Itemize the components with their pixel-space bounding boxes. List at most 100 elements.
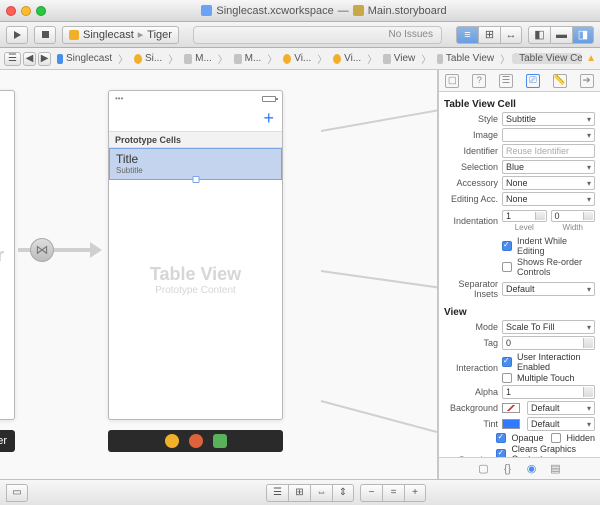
jump-item[interactable]: View (379, 53, 419, 64)
view-controller-icon[interactable] (213, 434, 227, 448)
version-editor-button[interactable]: ↔ (500, 26, 522, 44)
zoom-out-button[interactable]: − (360, 484, 382, 502)
indent-level-field[interactable]: 1 (502, 210, 547, 222)
jump-item[interactable]: Table View (433, 53, 498, 64)
scheme-selector[interactable]: Singlecast ▸ Tiger (62, 26, 179, 44)
first-responder-icon[interactable] (165, 434, 179, 448)
storyboard-icon (353, 5, 364, 16)
run-button[interactable] (6, 26, 28, 44)
help-inspector-tab[interactable]: ? (472, 74, 486, 88)
canvas-bottom-bar: ▭ ☰ ⊞ ⇔ ⇕ − = + (0, 479, 600, 505)
interface-builder-canvas[interactable]: n Controller n Controller ⋈ ••• + Protot… (0, 70, 438, 479)
identity-inspector-tab[interactable]: ☰ (499, 74, 513, 88)
zoom-icon[interactable] (36, 6, 46, 16)
object-library-tab[interactable]: ◉ (525, 462, 539, 475)
jump-bar[interactable]: ☰ ◀ ▶ Singlecast〉 Si...〉 M...〉 M...〉 Vi.… (0, 48, 600, 70)
workspace-name: Singlecast.xcworkspace (216, 5, 333, 17)
stop-button[interactable] (34, 26, 56, 44)
back-button[interactable]: ◀ (23, 52, 36, 66)
status-bar: ••• (109, 91, 282, 106)
jump-item[interactable]: M... (230, 53, 266, 64)
separator-insets-select[interactable]: Default (502, 282, 595, 296)
assistant-editor-button[interactable]: ⊞ (478, 26, 500, 44)
issue-icon[interactable]: ▲ (586, 53, 596, 64)
main-toolbar: Singlecast ▸ Tiger No Issues ≡ ⊞ ↔ ◧ ▬ ◨ (0, 22, 600, 48)
identifier-field[interactable]: Reuse Identifier (502, 144, 595, 158)
file-inspector-tab[interactable]: ▢ (445, 74, 459, 88)
jump-item[interactable]: Vi... (329, 53, 365, 64)
accessory-select[interactable]: None (502, 176, 595, 190)
editing-acc-select[interactable]: None (502, 192, 595, 206)
window-titlebar: Singlecast.xcworkspace — Main.storyboard (0, 0, 600, 22)
align-button[interactable]: ☰ (266, 484, 288, 502)
minimize-icon[interactable] (21, 6, 31, 16)
navigation-bar[interactable]: + (109, 106, 282, 132)
toggle-utilities-button[interactable]: ◨ (572, 26, 594, 44)
resolve-h-button[interactable]: ⇔ (310, 484, 332, 502)
inspector-tabs[interactable]: ▢ ? ☰ ⎚ 📏 ➔ (439, 70, 600, 92)
related-items-button[interactable]: ☰ (4, 52, 21, 66)
size-inspector-tab[interactable]: 📏 (553, 74, 567, 88)
editor-mode-segmented[interactable]: ≡ ⊞ ↔ (456, 26, 522, 44)
selection-select[interactable]: Blue (502, 160, 595, 174)
indent-while-editing-checkbox[interactable] (502, 241, 512, 251)
table-view-controller-scene[interactable]: ••• + Prototype Cells Title Subtitle Tab… (108, 90, 283, 420)
jump-item[interactable]: Si... (130, 53, 166, 64)
scene-dock[interactable] (108, 430, 283, 452)
toggle-navigator-button[interactable]: ◧ (528, 26, 550, 44)
shows-reorder-checkbox[interactable] (502, 262, 512, 272)
panel-toggle-segmented[interactable]: ◧ ▬ ◨ (528, 26, 594, 44)
segue-arrow[interactable] (18, 248, 90, 252)
alpha-field[interactable]: 1 (502, 385, 595, 399)
style-select[interactable]: Subtitle (502, 112, 595, 126)
table-view-placeholder: Table View Prototype Content (109, 180, 282, 380)
close-icon[interactable] (6, 6, 16, 16)
forward-button[interactable]: ▶ (38, 52, 51, 66)
zoom-segmented[interactable]: − = + (360, 484, 426, 502)
bg-swatch[interactable] (502, 403, 520, 413)
jump-item[interactable]: M... (180, 53, 216, 64)
connection-lines (321, 70, 438, 479)
jump-item[interactable]: Table View Cell (512, 53, 582, 64)
layout-segmented[interactable]: ☰ ⊞ ⇔ ⇕ (266, 484, 354, 502)
section-title: View (444, 307, 595, 318)
add-button[interactable]: + (263, 108, 274, 129)
hidden-checkbox[interactable] (551, 433, 561, 443)
code-snippet-tab[interactable]: {} (501, 463, 515, 475)
segue-icon[interactable]: ⋈ (30, 238, 54, 262)
attributes-inspector-tab[interactable]: ⎚ (526, 74, 540, 88)
background-select[interactable]: Default (527, 401, 595, 415)
exit-icon[interactable] (189, 434, 203, 448)
resize-handle[interactable] (192, 176, 199, 183)
scene-dock[interactable]: n Controller (0, 430, 15, 452)
pin-button[interactable]: ⊞ (288, 484, 310, 502)
jump-item[interactable]: Singlecast (53, 53, 116, 64)
indent-width-field[interactable]: 0 (551, 210, 596, 222)
standard-editor-button[interactable]: ≡ (456, 26, 478, 44)
app-icon (69, 30, 79, 40)
workspace-icon (201, 5, 212, 16)
resolve-v-button[interactable]: ⇕ (332, 484, 354, 502)
library-tabs[interactable]: ▢ {} ◉ ▤ (439, 457, 600, 479)
multiple-touch-checkbox[interactable] (502, 373, 512, 383)
media-library-tab[interactable]: ▤ (549, 462, 563, 475)
mode-select[interactable]: Scale To Fill (502, 320, 595, 334)
opaque-checkbox[interactable] (496, 433, 506, 443)
clears-graphics-checkbox[interactable] (496, 449, 506, 457)
file-template-tab[interactable]: ▢ (477, 462, 491, 475)
image-select[interactable] (502, 128, 595, 142)
document-outline-button[interactable]: ▭ (6, 484, 28, 502)
tint-swatch[interactable] (502, 419, 520, 429)
table-view-cell[interactable]: Title Subtitle (109, 148, 282, 180)
tint-select[interactable]: Default (527, 417, 595, 431)
connections-inspector-tab[interactable]: ➔ (580, 74, 594, 88)
user-interaction-checkbox[interactable] (502, 357, 512, 367)
zoom-in-button[interactable]: + (404, 484, 426, 502)
jump-item[interactable]: Vi... (279, 53, 315, 64)
tag-field[interactable]: 0 (502, 336, 595, 350)
view-controller-scene[interactable]: n Controller (0, 90, 15, 420)
utilities-panel: ▢ ? ☰ ⎚ 📏 ➔ Table View Cell StyleSubtitl… (438, 70, 600, 479)
activity-status: No Issues (193, 26, 442, 44)
zoom-actual-button[interactable]: = (382, 484, 404, 502)
toggle-debug-button[interactable]: ▬ (550, 26, 572, 44)
